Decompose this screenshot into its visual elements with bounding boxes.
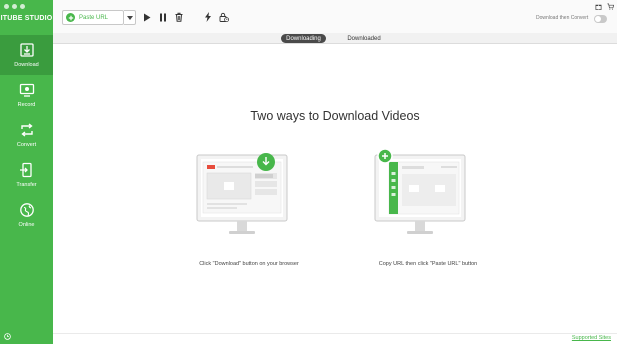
sidebar-item-label: Online: [18, 222, 35, 228]
paste-url-dropdown[interactable]: [124, 10, 136, 25]
browser-download-caption: Click "Download" button on your browser: [199, 261, 299, 267]
trash-icon: [175, 12, 183, 22]
maximize-window-button[interactable]: [20, 4, 25, 9]
download-icon: [19, 43, 34, 57]
sidebar-item-label: Convert: [16, 142, 37, 148]
pause-button[interactable]: [158, 12, 168, 22]
toolbar: Paste URL Download then Convert: [53, 0, 617, 33]
timer-icon[interactable]: [4, 333, 11, 340]
supported-sites-link[interactable]: Supported Sites: [572, 335, 611, 341]
minimize-window-button[interactable]: [12, 4, 17, 9]
sidebar-item-transfer[interactable]: Transfer: [0, 155, 53, 195]
gift-icon[interactable]: [595, 3, 602, 10]
tab-downloaded[interactable]: Downloaded: [341, 34, 387, 43]
lock-icon: [219, 12, 229, 22]
window-controls: [4, 4, 25, 9]
private-mode-button[interactable]: [219, 12, 229, 22]
paste-url-caption: Copy URL then click "Paste URL" button: [378, 261, 478, 267]
play-icon: [144, 13, 151, 21]
transfer-icon: [19, 162, 32, 178]
paste-url-illustration: [374, 148, 466, 234]
chevron-down-icon: [126, 15, 133, 20]
paste-url-button[interactable]: Paste URL: [62, 10, 124, 25]
online-icon: [19, 203, 34, 217]
download-then-convert-toggle[interactable]: [594, 15, 607, 23]
browser-download-illustration: [196, 153, 288, 234]
sidebar-item-label: Download: [14, 62, 39, 68]
sidebar-item-label: Transfer: [16, 182, 37, 188]
sidebar-item-download[interactable]: Download: [0, 35, 53, 75]
page-title: Two ways to Download Videos: [250, 109, 420, 123]
cart-icon[interactable]: [607, 3, 614, 10]
sidebar-item-convert[interactable]: Convert: [0, 115, 53, 155]
sidebar-item-record[interactable]: Record: [0, 75, 53, 115]
close-window-button[interactable]: [4, 4, 9, 9]
sidebar: ITUBE STUDIO Download Record Convert Tra…: [0, 0, 53, 344]
tab-downloading[interactable]: Downloading: [281, 34, 326, 43]
play-button[interactable]: [142, 12, 152, 22]
convert-icon: [20, 123, 33, 137]
app-brand: ITUBE STUDIO: [0, 15, 53, 22]
tabs-bar: Downloading Downloaded: [53, 33, 617, 44]
paste-url-label: Paste URL: [79, 14, 109, 21]
footer-divider: [53, 333, 617, 334]
download-then-convert-label: Download then Convert: [536, 15, 589, 21]
pause-icon: [160, 13, 166, 21]
turbo-button[interactable]: [203, 12, 213, 22]
lightning-icon: [205, 12, 211, 22]
sidebar-item-online[interactable]: Online: [0, 195, 53, 235]
sidebar-item-label: Record: [17, 102, 36, 108]
plus-icon: [66, 13, 75, 22]
record-icon: [19, 83, 34, 97]
delete-button[interactable]: [174, 12, 184, 22]
main-content: Two ways to Download Videos Click "Downl…: [53, 44, 617, 344]
